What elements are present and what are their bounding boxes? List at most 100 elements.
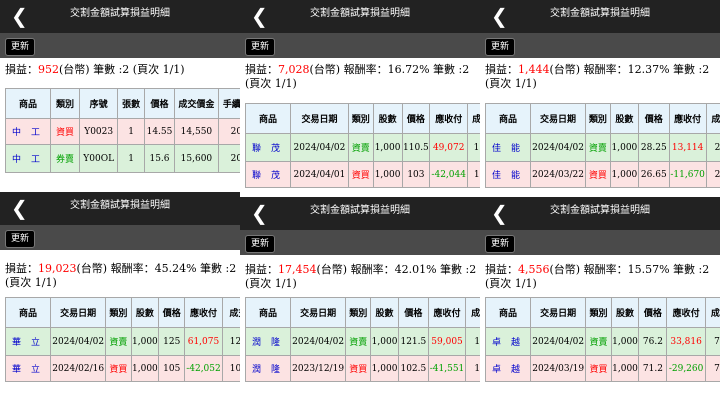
price: 103 xyxy=(401,161,431,188)
col-header: 成交 xyxy=(705,103,720,134)
table-header-row: 商品 交易日期 類別 股數 價格 應收付 成交 xyxy=(4,297,240,328)
price: 121.5 xyxy=(397,327,429,356)
refresh-button[interactable]: 更新 xyxy=(5,230,36,248)
col-header: 交易日期 xyxy=(290,103,349,134)
stock-name: 潤隆 xyxy=(244,355,292,382)
trade-date: 2024/04/01 xyxy=(290,161,349,188)
col-header: 類別 xyxy=(50,88,80,119)
qty: 1 xyxy=(117,144,145,173)
col-header: 成交 xyxy=(467,103,480,134)
table-row[interactable]: 潤隆 2024/04/02 資賣 1,000 121.5 59,005 12 xyxy=(244,327,480,356)
col-header: 價格 xyxy=(638,297,668,328)
table-row[interactable]: 佳能 2024/04/02 資賣 1,000 28.25 13,114 28 xyxy=(484,133,720,162)
col-header: 交易日期 xyxy=(530,297,587,328)
toolbar: 更新 xyxy=(240,33,480,58)
trade-type: 資買 xyxy=(585,161,611,188)
table-row[interactable]: 中工 券賣 Y00OL 1 15.6 15,600 20 xyxy=(4,144,240,173)
col-header: 成交價金 xyxy=(174,88,219,119)
col-header: 股數 xyxy=(372,103,403,134)
col-header: 應收付 xyxy=(429,103,469,134)
trade-table: 商品 類別 序號 張數 價格 成交價金 手續費 中工 資買 Y0023 1 14… xyxy=(4,88,240,173)
trade-table: 商品 交易日期 類別 股數 價格 應收付 成交 潤隆 2024/04/02 資賣… xyxy=(244,297,480,382)
nav-bar: ❮ 交割金額試算損益明細 xyxy=(0,0,240,33)
profit-value: 7,028 xyxy=(278,63,310,76)
col-header: 成交 xyxy=(704,297,720,328)
stock-name: 華立 xyxy=(4,355,52,382)
deal-price: 76 xyxy=(704,327,720,356)
trade-table: 商品 交易日期 類別 股數 價格 應收付 成交 佳能 2024/04/02 資賣… xyxy=(484,103,720,188)
col-header: 商品 xyxy=(244,297,292,328)
table-row[interactable]: 潤隆 2023/12/19 資買 1,000 102.5 -41,551 10 xyxy=(244,355,480,382)
refresh-button[interactable]: 更新 xyxy=(245,235,276,253)
col-header: 商品 xyxy=(4,297,52,328)
table-row[interactable]: 卓越 2024/03/19 資買 1,000 71.2 -29,260 71 xyxy=(484,355,720,382)
panel-jianeng: ❮ 交割金額試算損益明細 更新 損益：1,444(台幣) 報酬率：12.37% … xyxy=(480,0,720,201)
shares: 1,000 xyxy=(370,355,399,382)
col-header: 張數 xyxy=(117,88,145,119)
refresh-button[interactable]: 更新 xyxy=(485,38,516,56)
page-title: 交割金額試算損益明細 xyxy=(70,8,170,19)
table-header-row: 商品 交易日期 類別 股數 價格 應收付 成交 xyxy=(244,103,480,134)
table-header-row: 商品 交易日期 類別 股數 價格 應收付 成交 xyxy=(484,103,720,134)
col-header: 序號 xyxy=(78,88,119,119)
shares: 1,000 xyxy=(130,355,160,382)
col-header: 成交 xyxy=(221,297,240,328)
payable: -41,551 xyxy=(427,355,467,382)
col-header: 商品 xyxy=(484,103,532,134)
table-row[interactable]: 佳能 2024/03/22 資買 1,000 26.65 -11,670 26 xyxy=(484,161,720,188)
trade-type: 資買 xyxy=(105,355,132,382)
refresh-button[interactable]: 更新 xyxy=(245,38,276,56)
payable: 49,072 xyxy=(429,133,469,162)
stock-name: 中工 xyxy=(4,118,52,145)
summary-line: 損益：952(台幣) 筆數 :2 (頁次 1/1) xyxy=(5,63,185,76)
deal-price: 125 xyxy=(221,327,240,356)
col-header: 應收付 xyxy=(184,297,223,328)
table-row[interactable]: 聯茂 2024/04/01 資買 1,000 103 -42,044 10. xyxy=(244,161,480,188)
table-row[interactable]: 華立 2024/04/02 資賣 1,000 125 61,075 125 xyxy=(4,327,240,356)
nav-bar: ❮ 交割金額試算損益明細 xyxy=(480,197,720,230)
table-row[interactable]: 中工 資買 Y0023 1 14.55 14,550 20 xyxy=(4,118,240,145)
deal-price: 10 xyxy=(465,355,480,382)
trade-date: 2024/02/16 xyxy=(50,355,107,382)
table-header-row: 商品 類別 序號 張數 價格 成交價金 手續費 xyxy=(4,88,240,119)
payable: -42,052 xyxy=(184,355,223,382)
col-header: 應收付 xyxy=(668,103,707,134)
amount: 14,550 xyxy=(174,118,219,145)
price: 110.5 xyxy=(401,133,431,162)
col-header: 成交 xyxy=(465,297,480,328)
toolbar: 更新 xyxy=(240,230,480,255)
deal-price: 28 xyxy=(705,133,720,162)
col-header: 類別 xyxy=(585,103,611,134)
shares: 1,000 xyxy=(372,133,403,162)
col-header: 股數 xyxy=(610,297,640,328)
panel-liantao: ❮ 交割金額試算損益明細 更新 損益：7,028(台幣) 報酬率：16.72% … xyxy=(240,0,480,201)
table-row[interactable]: 聯茂 2024/04/02 資賣 1,000 110.5 49,072 11( xyxy=(244,133,480,162)
deal-price: 12 xyxy=(465,327,480,356)
payable: -11,670 xyxy=(668,161,707,188)
page-title: 交割金額試算損益明細 xyxy=(550,8,650,19)
summary-line: 損益：19,023(台幣) 報酬率：45.24% 筆數 :2 (頁次 1/1) xyxy=(5,262,237,289)
refresh-button[interactable]: 更新 xyxy=(5,38,36,56)
price: 26.65 xyxy=(638,161,670,188)
trade-type: 資買 xyxy=(345,355,372,382)
table-row[interactable]: 華立 2024/02/16 資買 1,000 105 -42,052 105 xyxy=(4,355,240,382)
trade-type: 資賣 xyxy=(345,327,372,356)
price: 105 xyxy=(158,355,186,382)
trade-type: 資賣 xyxy=(105,327,132,356)
trade-table: 商品 交易日期 類別 股數 價格 應收付 成交 聯茂 2024/04/02 資賣… xyxy=(244,103,480,188)
panel-huali: ❮ 交割金額試算損益明細 更新 損益：19,023(台幣) 報酬率：45.24%… xyxy=(0,192,240,402)
col-header: 價格 xyxy=(401,103,431,134)
shares: 1,000 xyxy=(130,327,160,356)
refresh-button[interactable]: 更新 xyxy=(485,235,516,253)
panel-runlong: ❮ 交割金額試算損益明細 更新 損益：17,454(台幣) 報酬率：42.01%… xyxy=(240,192,480,402)
profit-value: 19,023 xyxy=(38,262,77,275)
deal-price: 105 xyxy=(221,355,240,382)
amount: 15,600 xyxy=(174,144,219,173)
table-row[interactable]: 卓越 2024/04/02 資賣 1,000 76.2 33,816 76 xyxy=(484,327,720,356)
table-header-row: 商品 交易日期 類別 股數 價格 應收付 成交 xyxy=(244,297,480,328)
page-indicator: (頁次 1/1) xyxy=(245,277,297,290)
col-header: 股數 xyxy=(609,103,640,134)
serial: Y0023 xyxy=(78,118,119,145)
trade-table: 商品 交易日期 類別 股數 價格 應收付 成交 華立 2024/04/02 資賣… xyxy=(4,297,240,382)
profit-value: 17,454 xyxy=(278,263,317,276)
